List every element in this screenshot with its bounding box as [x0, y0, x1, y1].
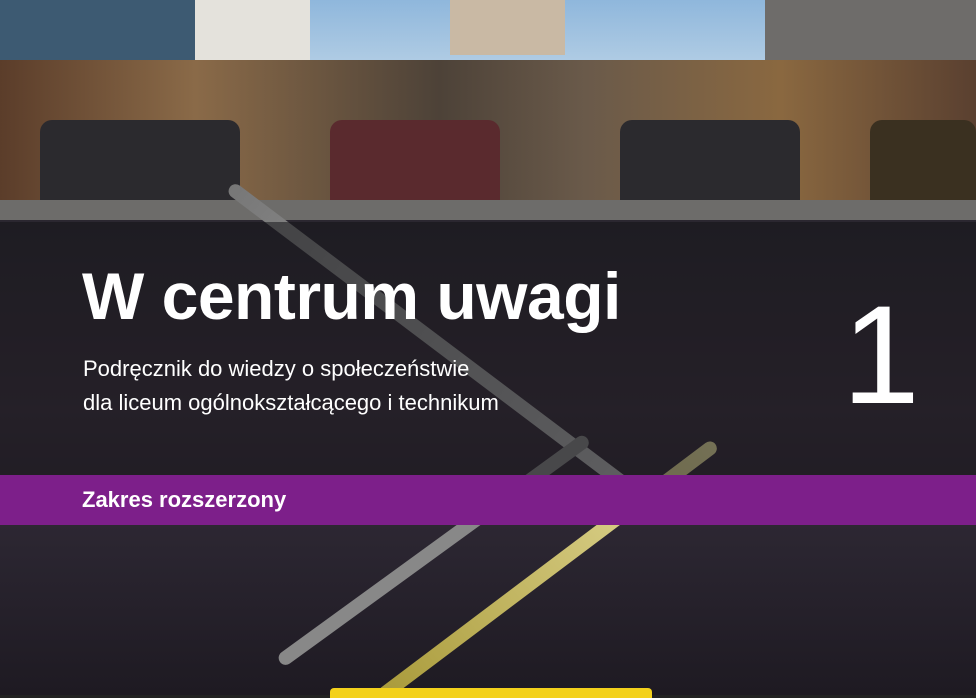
book-title: W centrum uwagi [82, 259, 621, 333]
crowd [40, 120, 240, 210]
book-subtitle: Podręcznik do wiedzy o społeczeństwie dl… [83, 352, 499, 420]
yellow-tab [330, 688, 652, 698]
subtitle-line: dla liceum ogólnokształcącego i techniku… [83, 390, 499, 415]
scope-band: Zakres rozszerzony [0, 475, 976, 525]
crowd [620, 120, 800, 210]
crowd [330, 120, 500, 210]
scope-label: Zakres rozszerzony [82, 487, 287, 512]
volume-number: 1 [842, 276, 920, 433]
crowd [870, 120, 976, 210]
tower [450, 0, 565, 55]
subtitle-line: Podręcznik do wiedzy o społeczeństwie [83, 356, 470, 381]
